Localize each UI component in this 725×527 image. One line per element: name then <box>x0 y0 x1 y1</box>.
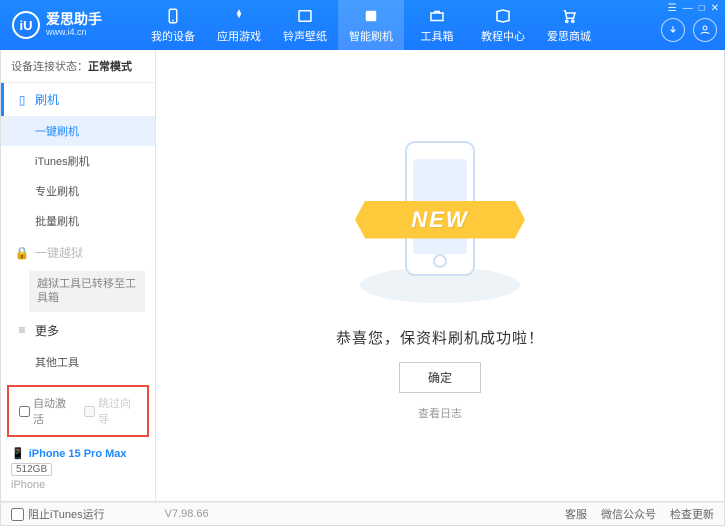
header-actions <box>661 0 717 50</box>
cart-icon <box>560 7 578 25</box>
nav-label: 我的设备 <box>151 28 195 44</box>
sidebar: 设备连接状态：正常模式 ▯ 刷机 一键刷机 iTunes刷机 专业刷机 批量刷机… <box>1 50 156 501</box>
footer-update[interactable]: 检查更新 <box>670 506 714 522</box>
download-button[interactable] <box>661 18 685 42</box>
device-icon <box>164 7 182 25</box>
device-type: iPhone <box>11 479 145 491</box>
ok-button[interactable]: 确定 <box>399 362 481 393</box>
footer: 阻止iTunes运行 V7.98.66 客服 微信公众号 检查更新 <box>0 502 725 526</box>
nav-label: 应用游戏 <box>217 28 261 44</box>
sub-pro-flash[interactable]: 专业刷机 <box>1 176 155 206</box>
phone-icon: ▯ <box>15 93 29 107</box>
site-url: www.i4.cn <box>46 28 102 38</box>
view-log-link[interactable]: 查看日志 <box>418 405 462 421</box>
device-name[interactable]: 📱 iPhone 15 Pro Max <box>11 447 145 460</box>
nav-toolbox[interactable]: 工具箱 <box>404 0 470 50</box>
auto-activate-checkbox[interactable] <box>19 406 30 417</box>
nav-ringtones[interactable]: 铃声壁纸 <box>272 0 338 50</box>
new-ribbon: NEW <box>355 201 525 239</box>
app-header: iU 爱思助手 www.i4.cn 我的设备 应用游戏 铃声壁纸 智能刷机 工具… <box>0 0 725 50</box>
main-content: NEW 恭喜您，保资料刷机成功啦！ 确定 查看日志 <box>156 50 724 501</box>
top-nav: 我的设备 应用游戏 铃声壁纸 智能刷机 工具箱 教程中心 爱思商城 <box>140 0 602 50</box>
jailbreak-note: 越狱工具已转移至工具箱 <box>29 271 145 312</box>
device-phone-icon: 📱 <box>11 447 25 460</box>
nav-label: 铃声壁纸 <box>283 28 327 44</box>
nav-store[interactable]: 爱思商城 <box>536 0 602 50</box>
group-jailbreak[interactable]: 🔒 一键越狱 <box>1 236 155 269</box>
logo-area: iU 爱思助手 www.i4.cn <box>0 11 140 39</box>
success-illustration: NEW <box>350 131 530 311</box>
skip-guide-checkbox[interactable] <box>84 406 95 417</box>
version-label: V7.98.66 <box>165 508 209 520</box>
toolbox-icon <box>428 7 446 25</box>
group-more[interactable]: ≡ 更多 <box>1 314 155 347</box>
more-icon: ≡ <box>15 323 29 337</box>
sub-download-fw[interactable]: 下载固件 <box>1 377 155 381</box>
flash-icon <box>362 7 380 25</box>
nav-label: 工具箱 <box>421 28 454 44</box>
footer-wechat[interactable]: 微信公众号 <box>601 506 656 522</box>
sidebar-menu: ▯ 刷机 一键刷机 iTunes刷机 专业刷机 批量刷机 🔒 一键越狱 越狱工具… <box>1 83 155 381</box>
lock-icon: 🔒 <box>15 246 29 260</box>
group-flash[interactable]: ▯ 刷机 <box>1 83 155 116</box>
block-itunes-checkbox[interactable] <box>11 508 24 521</box>
image-icon <box>296 7 314 25</box>
nav-smart-flash[interactable]: 智能刷机 <box>338 0 404 50</box>
nav-label: 教程中心 <box>481 28 525 44</box>
nav-apps[interactable]: 应用游戏 <box>206 0 272 50</box>
connection-status: 设备连接状态：正常模式 <box>1 50 155 83</box>
app-name: 爱思助手 <box>46 12 102 27</box>
chk-skip-guide[interactable]: 跳过向导 <box>84 395 137 427</box>
apps-icon <box>230 7 248 25</box>
book-icon <box>494 7 512 25</box>
device-info: 📱 iPhone 15 Pro Max 512GB iPhone <box>1 441 155 501</box>
device-storage: 512GB <box>11 463 52 476</box>
sub-other-tools[interactable]: 其他工具 <box>1 347 155 377</box>
sub-batch-flash[interactable]: 批量刷机 <box>1 206 155 236</box>
sub-itunes-flash[interactable]: iTunes刷机 <box>1 146 155 176</box>
nav-tutorials[interactable]: 教程中心 <box>470 0 536 50</box>
option-highlight-box: 自动激活 跳过向导 <box>7 385 149 437</box>
logo-icon: iU <box>12 11 40 39</box>
user-button[interactable] <box>693 18 717 42</box>
footer-support[interactable]: 客服 <box>565 506 587 522</box>
block-itunes-label: 阻止iTunes运行 <box>28 506 105 522</box>
nav-label: 智能刷机 <box>349 28 393 44</box>
nav-label: 爱思商城 <box>547 28 591 44</box>
sub-one-key-flash[interactable]: 一键刷机 <box>1 116 155 146</box>
nav-my-device[interactable]: 我的设备 <box>140 0 206 50</box>
chk-auto-activate[interactable]: 自动激活 <box>19 395 72 427</box>
success-message: 恭喜您，保资料刷机成功啦！ <box>336 327 544 348</box>
